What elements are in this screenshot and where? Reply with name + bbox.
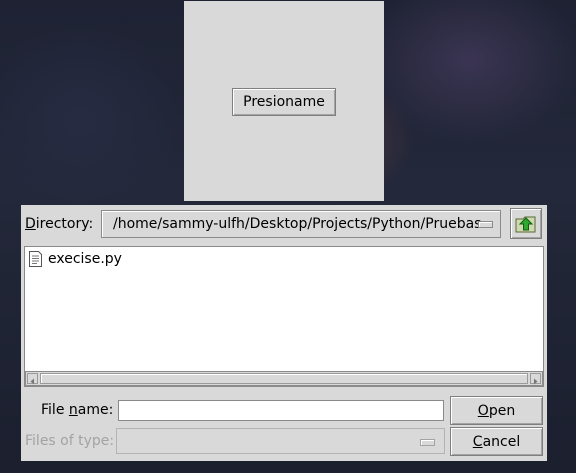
files-of-type-combobox — [116, 428, 445, 454]
file-name: execise.py — [48, 251, 122, 267]
file-list[interactable]: execise.py — [24, 246, 544, 387]
folder-up-icon — [515, 216, 536, 232]
horizontal-scrollbar[interactable] — [25, 371, 543, 386]
parent-directory-button[interactable] — [510, 208, 542, 239]
scroll-left-arrow[interactable] — [27, 373, 38, 385]
scrollbar-thumb[interactable] — [40, 373, 528, 384]
cancel-button[interactable]: Cancel — [450, 427, 543, 456]
directory-label: Directory: — [25, 216, 94, 232]
list-item[interactable]: execise.py — [29, 251, 122, 267]
file-name-input[interactable] — [118, 400, 444, 421]
tk-root-window: Presioname — [184, 1, 384, 201]
file-open-dialog: Directory: /home/sammy-ulfh/Desktop/Proj… — [21, 205, 547, 461]
files-of-type-label: Files of type: — [25, 433, 115, 449]
combo-indicator-icon — [420, 439, 435, 446]
file-name-label: File name: — [41, 402, 114, 418]
presioname-button[interactable]: Presioname — [232, 88, 336, 116]
scroll-right-arrow[interactable] — [530, 373, 541, 385]
open-button[interactable]: Open — [450, 396, 543, 425]
directory-combobox[interactable]: /home/sammy-ulfh/Desktop/Projects/Python… — [101, 210, 501, 238]
directory-path: /home/sammy-ulfh/Desktop/Projects/Python… — [113, 216, 482, 232]
combo-indicator-icon — [478, 221, 493, 228]
document-icon — [29, 251, 42, 267]
